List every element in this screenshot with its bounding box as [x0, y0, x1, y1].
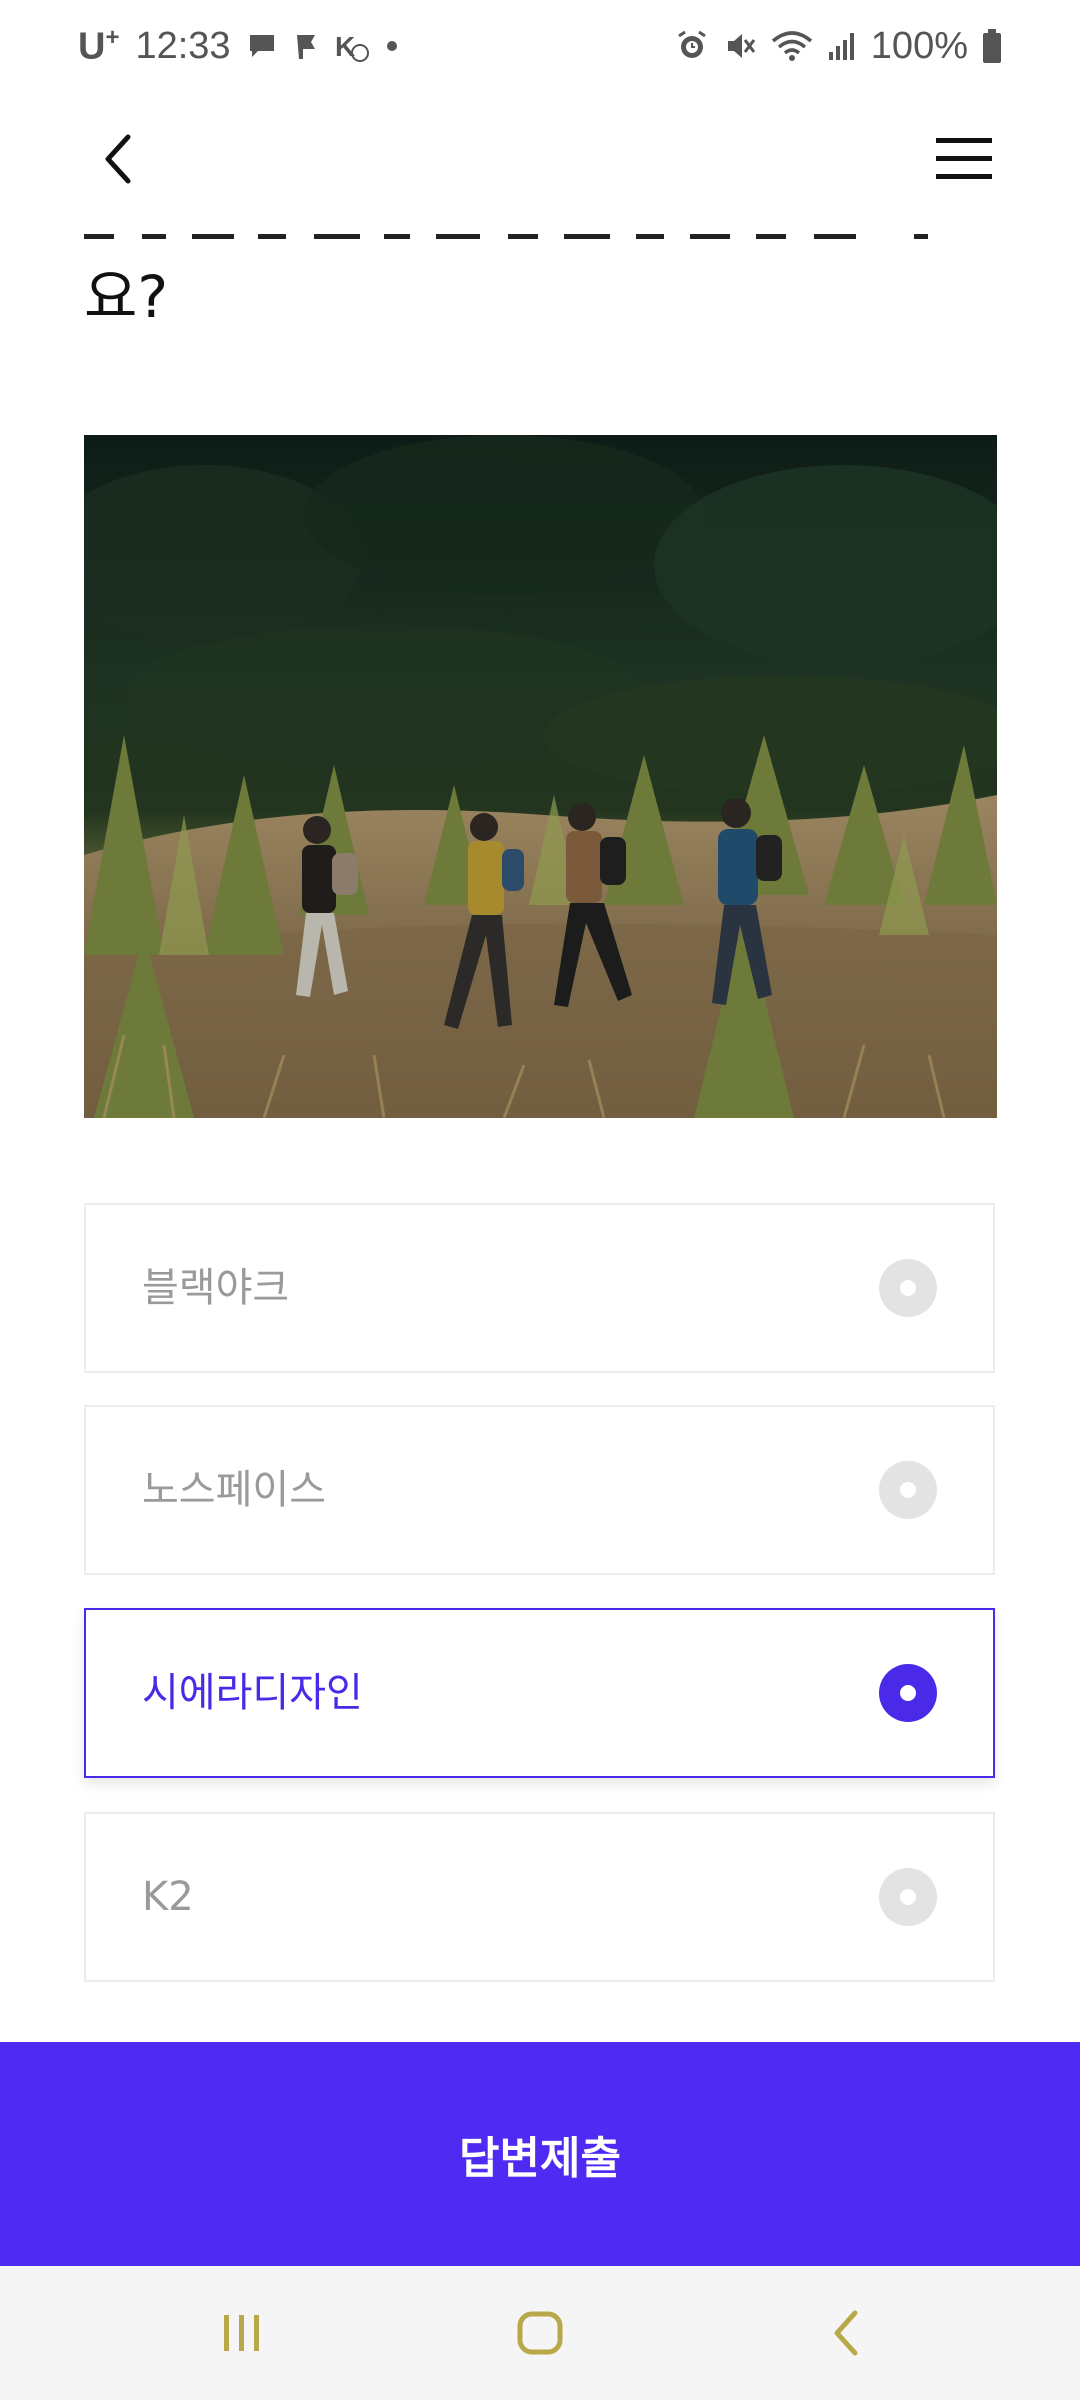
option-blackyak[interactable]: 블랙야크 [84, 1203, 995, 1373]
radio-selected-icon[interactable] [879, 1664, 937, 1722]
radio-icon[interactable] [879, 1259, 937, 1317]
survey-screen: U+ 12:33 K 100% 요? 블랙야크 노스페이스 시에라디자인 K2 … [0, 0, 1080, 2400]
option-northface[interactable]: 노스페이스 [84, 1405, 995, 1575]
alarm-icon [675, 29, 709, 63]
recents-icon [224, 2315, 259, 2351]
hamburger-menu-icon [936, 138, 992, 179]
option-label: 노스페이스 [142, 1467, 326, 1513]
radio-icon[interactable] [879, 1868, 937, 1926]
status-left: U+ 12:33 K [78, 20, 399, 72]
k-badge-icon: K [335, 29, 369, 63]
recents-button[interactable] [197, 2296, 287, 2370]
wifi-icon [771, 29, 813, 63]
status-bar: U+ 12:33 K 100% [0, 0, 1080, 92]
option-label: 블랙야크 [142, 1265, 290, 1311]
option-k2[interactable]: K2 [84, 1812, 995, 1982]
signal-icon [827, 30, 857, 62]
chat-bubble-icon [247, 31, 277, 61]
question: 요? [84, 180, 984, 340]
home-button[interactable] [495, 2296, 585, 2370]
question-text: 요? [84, 263, 169, 331]
flag-icon [293, 31, 319, 61]
system-nav-bar [0, 2266, 1080, 2400]
hikers-image [84, 435, 997, 1118]
chevron-left-icon [105, 134, 131, 184]
back-icon [834, 2310, 858, 2356]
battery-percent: 100% [870, 24, 968, 67]
hikers-photo [84, 435, 997, 1118]
home-icon [517, 2311, 563, 2355]
option-sierradesign[interactable]: 시에라디자인 [84, 1608, 995, 1778]
dot-icon [385, 39, 399, 53]
menu-button[interactable] [934, 134, 994, 184]
system-back-button[interactable] [802, 2296, 892, 2370]
submit-answer-button[interactable]: 답변제출 [0, 2042, 1080, 2266]
option-label: K2 [142, 1874, 194, 1920]
carrier-label: U+ [78, 23, 120, 68]
mute-icon [723, 29, 757, 63]
clock: 12:33 [135, 24, 231, 67]
battery-icon [982, 28, 1002, 64]
status-right: 100% [675, 20, 1002, 72]
radio-icon[interactable] [879, 1461, 937, 1519]
option-label: 시에라디자인 [142, 1670, 363, 1716]
